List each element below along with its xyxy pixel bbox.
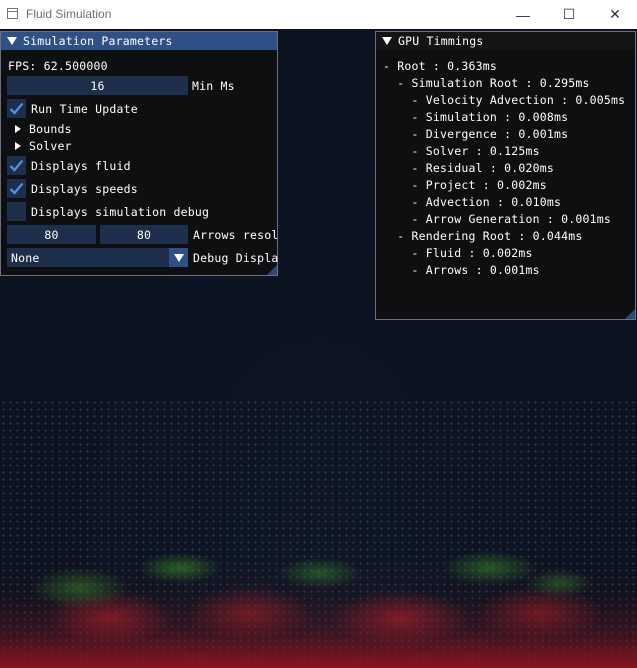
minimize-button[interactable]: — <box>500 0 546 29</box>
window-title: Fluid Simulation <box>26 7 112 21</box>
arrows-resolution-y-input[interactable]: 80 <box>100 225 188 244</box>
solver-tree-node[interactable]: Solver <box>29 139 72 153</box>
arrows-resolution-label: Arrows resol <box>193 228 279 242</box>
min-ms-label: Min Ms <box>192 79 235 93</box>
displays-fluid-label: Displays fluid <box>31 159 131 173</box>
timing-line: - Arrow Generation : 0.001ms <box>383 212 611 226</box>
run-time-update-label: Run Time Update <box>31 102 138 116</box>
gpu-timings-title: GPU Timmings <box>398 34 484 48</box>
displays-speeds-checkbox[interactable] <box>7 179 26 198</box>
checkmark-icon <box>9 102 24 115</box>
timing-line: - Velocity Advection : 0.005ms <box>383 93 626 107</box>
app-window-icon <box>7 8 18 19</box>
displays-simulation-debug-label: Displays simulation debug <box>31 205 210 219</box>
displays-speeds-label: Displays speeds <box>31 182 138 196</box>
min-ms-value: 16 <box>90 78 105 93</box>
simulation-parameters-title: Simulation Parameters <box>23 34 173 48</box>
timing-line: - Project : 0.002ms <box>383 178 547 192</box>
collapse-arrow-icon[interactable] <box>7 37 17 45</box>
timing-line: - Arrows : 0.001ms <box>383 263 540 277</box>
checkmark-icon <box>9 159 24 172</box>
debug-display-value: None <box>11 250 40 265</box>
maximize-icon: ☐ <box>562 6 576 22</box>
displays-fluid-checkbox[interactable] <box>7 156 26 175</box>
timing-line: - Simulation Root : 0.295ms <box>383 76 590 90</box>
timing-line: - Simulation : 0.008ms <box>383 110 569 124</box>
timing-line: - Advection : 0.010ms <box>383 195 562 209</box>
arrows-resolution-y-value: 80 <box>136 227 152 242</box>
debug-display-label: Debug Displa <box>193 251 279 265</box>
simulation-parameters-header[interactable]: Simulation Parameters <box>1 32 277 50</box>
collapse-arrow-icon[interactable] <box>382 37 392 45</box>
bounds-expand-icon[interactable] <box>15 125 21 133</box>
gpu-timings-header[interactable]: GPU Timmings <box>376 32 635 50</box>
fluid-density-render <box>0 543 637 668</box>
timing-line: - Root : 0.363ms <box>383 59 497 73</box>
minimize-icon: — <box>516 6 530 23</box>
timing-line: - Rendering Root : 0.044ms <box>383 229 583 243</box>
bounds-tree-node[interactable]: Bounds <box>29 122 72 136</box>
window-title-bar: Fluid Simulation — ☐ ✕ <box>0 0 637 29</box>
resize-grip-icon[interactable] <box>267 265 277 275</box>
gpu-timings-window[interactable]: GPU Timmings - Root : 0.363ms - Simulati… <box>375 31 636 320</box>
debug-display-dropdown-button[interactable] <box>169 248 188 267</box>
timing-line: - Residual : 0.020ms <box>383 161 554 175</box>
chevron-down-icon <box>173 253 184 262</box>
solver-expand-icon[interactable] <box>15 142 21 150</box>
resize-grip-icon[interactable] <box>625 309 635 319</box>
maximize-button[interactable]: ☐ <box>546 0 592 29</box>
timing-line: - Fluid : 0.002ms <box>383 246 533 260</box>
run-time-update-checkbox[interactable] <box>7 99 26 118</box>
timing-line: - Divergence : 0.001ms <box>383 127 569 141</box>
displays-simulation-debug-checkbox[interactable] <box>7 202 26 221</box>
simulation-parameters-window[interactable]: Simulation Parameters FPS: 62.500000 16 … <box>0 31 278 276</box>
close-icon: ✕ <box>609 6 621 22</box>
close-button[interactable]: ✕ <box>592 0 637 29</box>
min-ms-slider[interactable]: 16 <box>7 76 188 95</box>
arrows-resolution-x-input[interactable]: 80 <box>7 225 96 244</box>
arrows-resolution-x-value: 80 <box>44 227 59 242</box>
fps-readout: FPS: 62.500000 <box>8 59 108 73</box>
timing-line: - Solver : 0.125ms <box>383 144 540 158</box>
checkmark-icon <box>9 182 24 195</box>
debug-display-combo[interactable]: None <box>7 248 188 267</box>
